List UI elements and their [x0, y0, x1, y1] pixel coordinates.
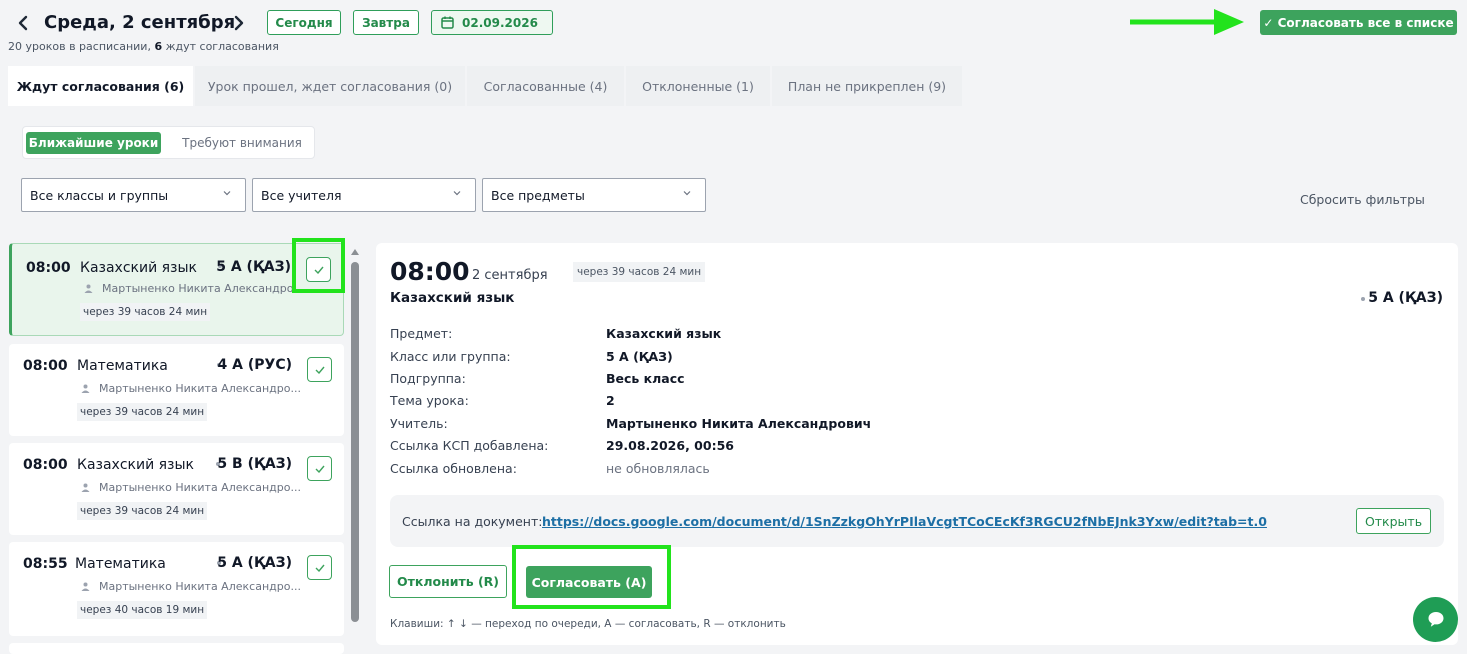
- field-value-link-updated: не обновлялась: [606, 461, 710, 476]
- tomorrow-button[interactable]: Завтра: [353, 10, 419, 35]
- tab-no-plan[interactable]: План не прикреплен (9): [772, 66, 962, 106]
- field-value-topic: 2: [606, 393, 615, 408]
- check-icon: [315, 366, 325, 374]
- field-label-link-updated: Ссылка обновлена:: [390, 461, 517, 476]
- document-link[interactable]: https://docs.google.com/document/d/1SnZz…: [542, 514, 1267, 529]
- field-label-topic: Тема урока:: [390, 393, 469, 408]
- lesson-time: 08:00: [23, 358, 68, 374]
- approve-checkbox[interactable]: [307, 456, 332, 481]
- lesson-time: 08:00: [26, 260, 71, 276]
- field-value-subject: Казахский язык: [606, 326, 722, 341]
- lesson-subject: Математика: [75, 556, 166, 572]
- field-label-teacher: Учитель:: [390, 416, 448, 431]
- lesson-teacher: Мартыненко Никита Александро...: [99, 481, 301, 494]
- open-document-button[interactable]: Открыть: [1356, 508, 1431, 534]
- teacher-filter[interactable]: Все учителя: [252, 178, 476, 212]
- field-value-class: 5 А (ҚАЗ): [606, 349, 673, 364]
- lesson-teacher: Мартыненко Никита Александро...: [99, 580, 301, 593]
- lesson-card[interactable]: 08:00 Математика 4 А (РУС) Мартыненко Ни…: [9, 344, 344, 436]
- time-until-badge: через 40 часов 19 мин: [77, 601, 208, 619]
- lesson-teacher: Мартыненко Никита Александро...: [102, 282, 304, 295]
- time-until-badge: через 39 часов 24 мин: [77, 502, 208, 520]
- page-title: Среда, 2 сентября: [44, 12, 236, 33]
- scroll-up-arrow[interactable]: [350, 248, 360, 256]
- detail-subject: Казахский язык: [390, 290, 515, 306]
- keyboard-hint: Клавиши: ↑ ↓ — переход по очереди, A — с…: [390, 618, 786, 630]
- check-icon: [315, 564, 325, 572]
- lesson-class: 5 А (ҚАЗ): [217, 555, 292, 571]
- lesson-subject: Математика: [77, 358, 168, 374]
- approve-button[interactable]: Согласовать (A): [526, 566, 652, 598]
- lesson-subject: Казахский язык: [80, 260, 198, 276]
- separator-dot: [1361, 297, 1365, 301]
- status-tabs: Ждут согласования (6) Урок прошел, ждет …: [8, 66, 962, 106]
- detail-time: 08:00: [390, 257, 470, 286]
- field-label-link-added: Ссылка КСП добавлена:: [390, 438, 549, 453]
- tab-pending[interactable]: Ждут согласования (6): [8, 66, 195, 106]
- field-value-subgroup: Весь класс: [606, 371, 685, 386]
- tab-approved[interactable]: Согласованные (4): [467, 66, 626, 106]
- field-label-subject: Предмет:: [390, 326, 453, 341]
- calendar-icon: [441, 16, 454, 29]
- date-value: 02.09.2026: [462, 15, 538, 30]
- lesson-class: 5 А (ҚАЗ): [216, 259, 291, 275]
- prev-day-button[interactable]: [12, 12, 34, 34]
- field-value-link-added: 29.08.2026, 00:56: [606, 438, 734, 453]
- today-button[interactable]: Сегодня: [267, 10, 341, 35]
- detail-date: 2 сентября: [472, 268, 548, 283]
- chevron-down-icon: [453, 191, 461, 196]
- document-link-label: Ссылка на документ:: [402, 514, 543, 529]
- approve-checkbox[interactable]: [307, 555, 332, 580]
- field-label-class: Класс или группа:: [390, 349, 511, 364]
- reset-filters-link[interactable]: Сбросить фильтры: [1300, 192, 1425, 207]
- annotation-arrow: [1130, 9, 1244, 35]
- detail-class: 5 А (ҚАЗ): [1368, 290, 1443, 306]
- check-icon: [315, 465, 325, 473]
- schedule-summary: 20 уроков в расписании, 6 ждут согласова…: [8, 40, 279, 53]
- tab-attention[interactable]: Требуют внимания: [172, 132, 312, 154]
- field-value-teacher: Мартыненко Никита Александрович: [606, 416, 872, 431]
- lesson-class: 5 В (ҚАЗ): [217, 456, 292, 472]
- chevron-down-icon: [223, 191, 231, 196]
- time-until-badge: через 39 часов 24 мин: [573, 262, 706, 282]
- tab-rejected[interactable]: Отклоненные (1): [626, 66, 772, 106]
- lesson-teacher: Мартыненко Никита Александро...: [99, 382, 301, 395]
- person-icon: [81, 384, 90, 393]
- chevron-right-icon: [234, 15, 244, 31]
- next-day-button[interactable]: [228, 12, 250, 34]
- chat-button[interactable]: [1413, 597, 1458, 642]
- lesson-class: 4 А (РУС): [217, 357, 292, 373]
- reject-button[interactable]: Отклонить (R): [389, 565, 507, 598]
- class-filter[interactable]: Все классы и группы: [21, 178, 246, 212]
- person-icon: [81, 582, 90, 591]
- time-until-badge: через 39 часов 24 мин: [80, 303, 211, 321]
- chat-icon: [1428, 612, 1443, 627]
- lesson-card[interactable]: 08:00 Казахский язык 5 В (ҚАЗ) Мартыненк…: [9, 443, 344, 535]
- date-picker[interactable]: 02.09.2026: [431, 10, 553, 35]
- scrollbar-thumb[interactable]: [351, 262, 359, 622]
- person-icon: [81, 483, 90, 492]
- lesson-time: 08:00: [23, 457, 68, 473]
- subject-filter[interactable]: Все предметы: [482, 178, 706, 212]
- annotation-highlight: [292, 238, 345, 293]
- person-icon: [84, 284, 93, 293]
- lesson-card-partial[interactable]: [9, 643, 344, 654]
- chevron-down-icon: [683, 191, 691, 196]
- lesson-card[interactable]: 08:55 Математика 5 А (ҚАЗ) Мартыненко Ни…: [9, 542, 344, 636]
- tab-passed-pending[interactable]: Урок прошел, ждет согласования (0): [195, 66, 467, 106]
- time-until-badge: через 39 часов 24 мин: [77, 403, 208, 421]
- chevron-left-icon: [18, 15, 28, 31]
- lesson-time: 08:55: [23, 556, 68, 572]
- lesson-subject: Казахский язык: [77, 457, 195, 473]
- approve-checkbox[interactable]: [307, 357, 332, 382]
- approve-all-button[interactable]: ✓ Согласовать все в списке: [1260, 10, 1457, 35]
- tab-upcoming[interactable]: Ближайшие уроки: [26, 132, 161, 154]
- field-label-subgroup: Подгруппа:: [390, 371, 466, 386]
